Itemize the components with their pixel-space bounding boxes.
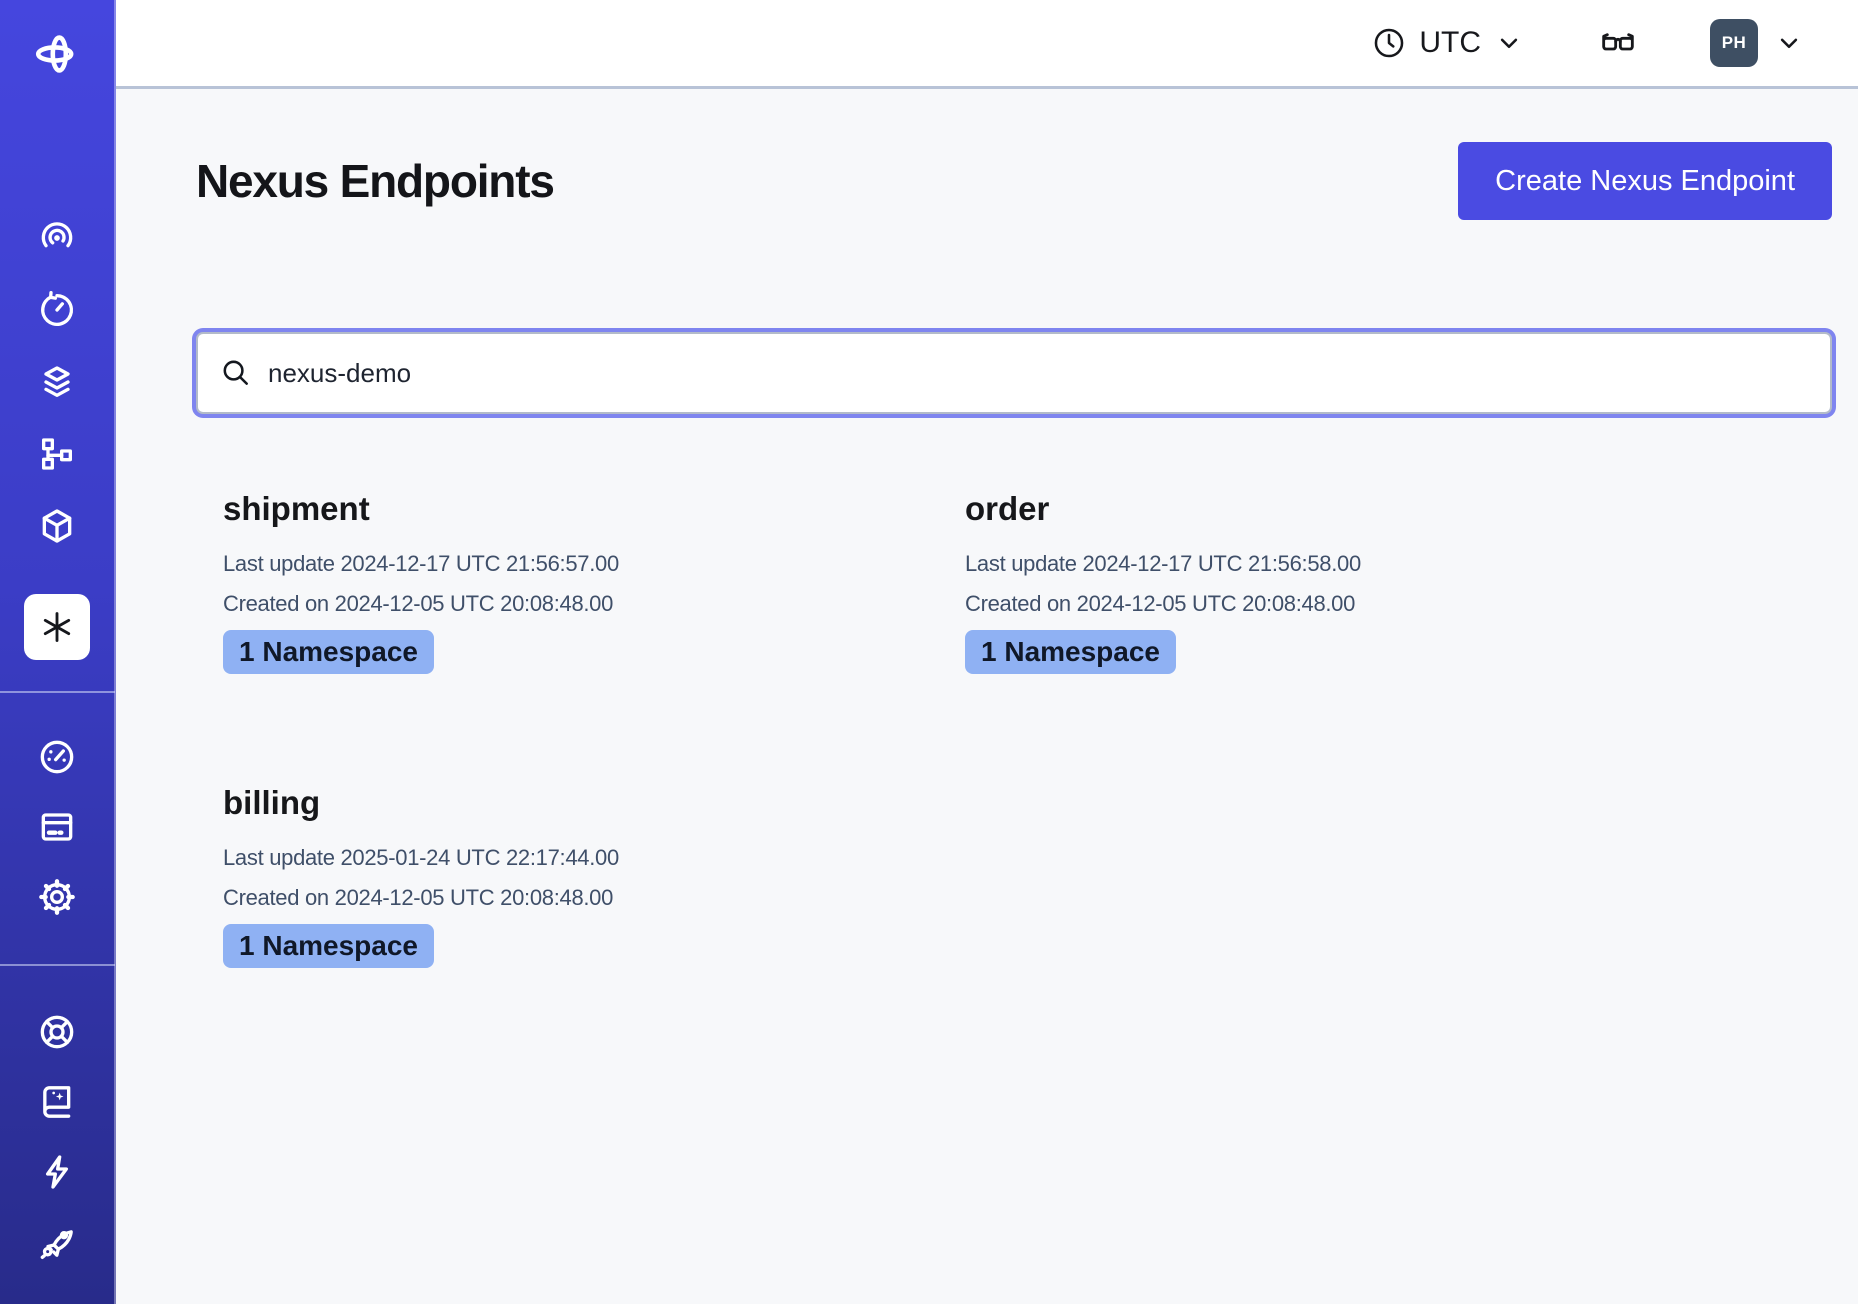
topbar: UTC PH <box>116 0 1858 89</box>
endpoint-name[interactable]: billing <box>223 784 938 822</box>
getting-started-rocket-icon <box>37 1222 77 1262</box>
sidebar-nav-primary <box>24 216 90 660</box>
timezone-label: UTC <box>1419 26 1481 60</box>
search-input[interactable] <box>268 358 1808 389</box>
sidebar-item-docs[interactable] <box>35 1080 79 1124</box>
feedback-lightning-icon <box>37 1152 77 1192</box>
namespace-badge: 1 Namespace <box>965 630 1176 674</box>
endpoint-name[interactable]: order <box>965 490 1680 528</box>
namespace-badge: 1 Namespace <box>223 630 434 674</box>
endpoint-created-on: Created on 2024-12-05 UTC 20:08:48.00 <box>223 584 938 624</box>
billing-icon <box>37 807 77 847</box>
support-lifebuoy-icon <box>37 1012 77 1052</box>
settings-gear-icon <box>37 877 77 917</box>
sidebar-divider <box>0 691 115 693</box>
sidebar-item-deployments[interactable] <box>35 360 79 404</box>
usage-gauge-icon <box>37 737 77 777</box>
endpoint-search[interactable] <box>196 332 1832 414</box>
sidebar-item-home[interactable] <box>31 28 83 80</box>
schedules-icon <box>37 290 77 330</box>
endpoint-name[interactable]: shipment <box>223 490 938 528</box>
avatar[interactable]: PH <box>1710 19 1758 67</box>
sidebar <box>0 0 116 1304</box>
deployments-icon <box>37 362 77 402</box>
sidebar-item-support[interactable] <box>35 1010 79 1054</box>
endpoint-card-order[interactable]: order Last update 2024-12-17 UTC 21:56:5… <box>938 490 1680 674</box>
sidebar-item-usage[interactable] <box>35 735 79 779</box>
sidebar-item-batch-operations[interactable] <box>35 432 79 476</box>
sidebar-item-schedules[interactable] <box>35 288 79 332</box>
batch-operations-icon <box>37 434 77 474</box>
search-icon <box>220 357 252 389</box>
endpoint-last-update: Last update 2024-12-17 UTC 21:56:57.00 <box>223 544 938 584</box>
user-menu[interactable]: PH <box>1710 19 1804 67</box>
nexus-asterisk-icon <box>38 608 76 646</box>
sidebar-item-getting-started[interactable] <box>35 1220 79 1264</box>
sidebar-item-billing[interactable] <box>35 805 79 849</box>
workflows-icon <box>37 218 77 258</box>
endpoint-card-shipment[interactable]: shipment Last update 2024-12-17 UTC 21:5… <box>196 490 938 674</box>
sidebar-divider <box>0 964 115 966</box>
endpoint-last-update: Last update 2024-12-17 UTC 21:56:58.00 <box>965 544 1680 584</box>
main-content: Nexus Endpoints Create Nexus Endpoint sh… <box>116 89 1858 1304</box>
clock-icon <box>1372 26 1406 60</box>
endpoints-grid: shipment Last update 2024-12-17 UTC 21:5… <box>196 490 1832 968</box>
chevron-down-icon <box>1774 28 1804 58</box>
sidebar-item-nexus[interactable] <box>24 594 90 660</box>
namespace-badge: 1 Namespace <box>223 924 434 968</box>
endpoint-last-update: Last update 2025-01-24 UTC 22:17:44.00 <box>223 838 938 878</box>
page-title: Nexus Endpoints <box>196 154 554 208</box>
endpoint-created-on: Created on 2024-12-05 UTC 20:08:48.00 <box>965 584 1680 624</box>
labs-mode-toggle[interactable] <box>1598 23 1638 63</box>
sidebar-item-settings[interactable] <box>35 875 79 919</box>
endpoint-created-on: Created on 2024-12-05 UTC 20:08:48.00 <box>223 878 938 918</box>
sidebar-item-feedback[interactable] <box>35 1150 79 1194</box>
sidebar-item-workflows[interactable] <box>35 216 79 260</box>
sidebar-nav-account <box>35 735 79 919</box>
docs-book-icon <box>37 1082 77 1122</box>
namespaces-icon <box>37 506 77 546</box>
temporal-logo <box>34 31 80 77</box>
timezone-selector[interactable]: UTC <box>1372 26 1524 60</box>
sidebar-item-namespaces[interactable] <box>35 504 79 548</box>
page-header: Nexus Endpoints Create Nexus Endpoint <box>196 142 1832 220</box>
create-nexus-endpoint-button[interactable]: Create Nexus Endpoint <box>1458 142 1832 220</box>
chevron-down-icon <box>1494 28 1524 58</box>
sidebar-nav-help <box>35 1010 79 1264</box>
glasses-icon <box>1598 23 1638 63</box>
endpoint-card-billing[interactable]: billing Last update 2025-01-24 UTC 22:17… <box>196 784 938 968</box>
